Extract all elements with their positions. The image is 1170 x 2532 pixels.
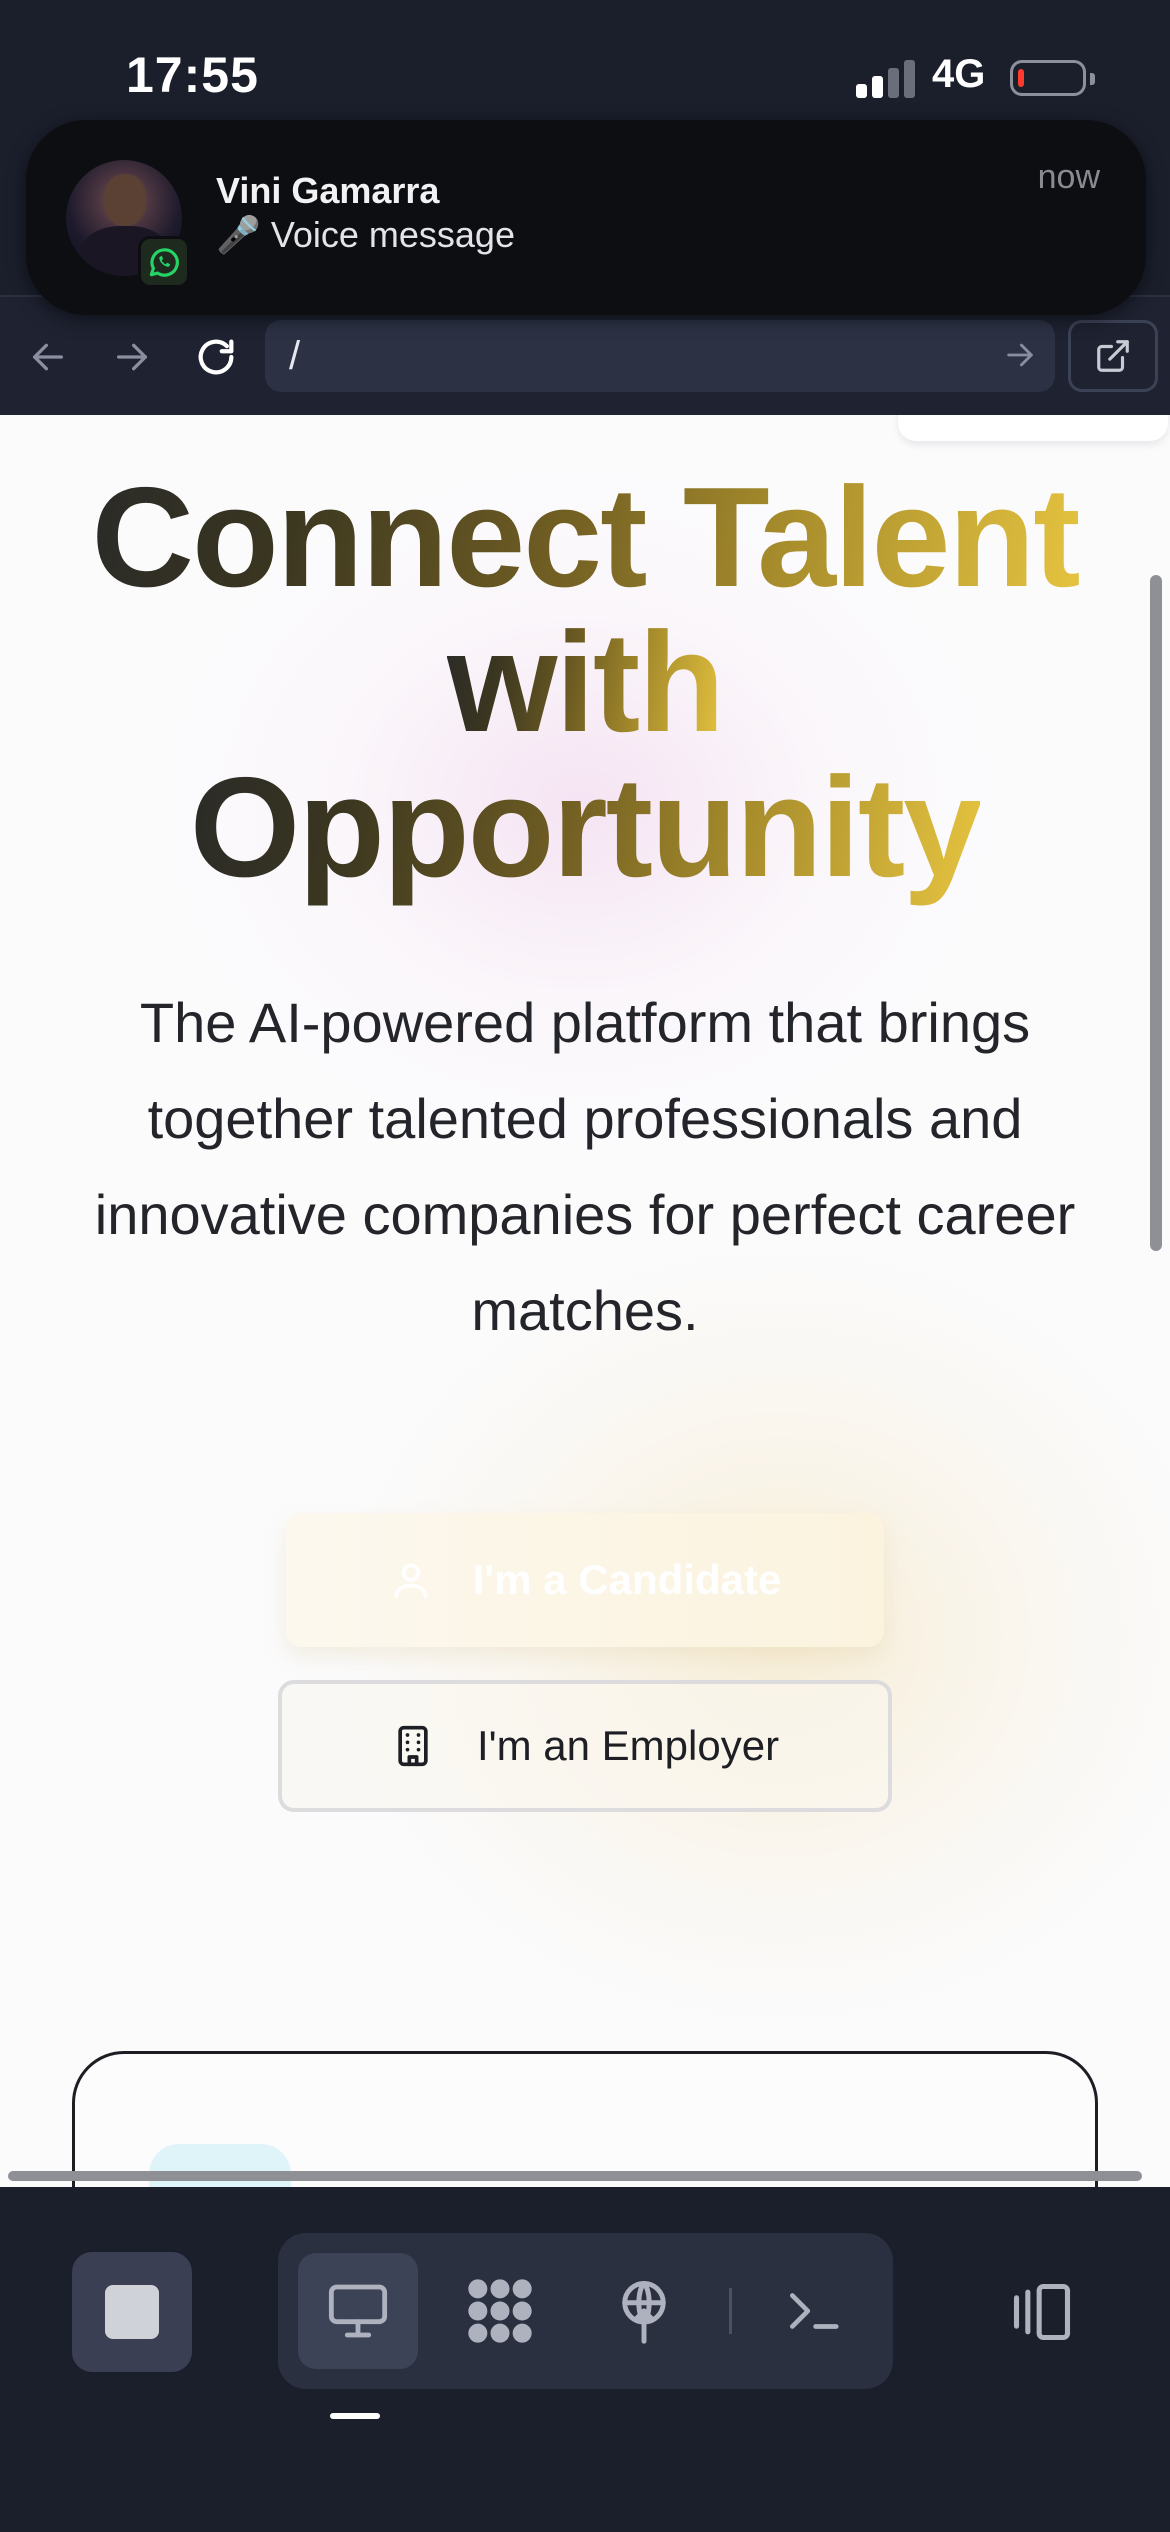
- arrow-right-icon: [1007, 343, 1033, 367]
- network-tower-icon: [622, 2281, 666, 2344]
- network-type: 4G: [932, 52, 986, 96]
- forward-button[interactable]: [102, 327, 162, 387]
- apps-grid-icon: [468, 2279, 532, 2343]
- stop-icon: [105, 2285, 159, 2339]
- brain-icon: [149, 2180, 291, 2187]
- mode-switcher: [278, 2233, 893, 2389]
- employer-button-label: I'm an Employer: [476, 1722, 780, 1769]
- apps-mode-button[interactable]: [440, 2253, 560, 2369]
- notification-sender: Vini Gamarra: [216, 170, 440, 211]
- building-icon: [398, 1725, 428, 1767]
- notification-banner[interactable]: Vini Gamarra 🎤 Voice message now: [26, 120, 1146, 315]
- url-text: /: [289, 334, 301, 378]
- notification-time: now: [1037, 158, 1100, 196]
- address-bar[interactable]: /: [265, 320, 1055, 392]
- network-mode-button[interactable]: [584, 2253, 704, 2369]
- hero-title: Connect Talent with Opportunity: [40, 465, 1130, 900]
- hero-subtitle: The AI-powered platform that brings toge…: [94, 991, 1076, 1342]
- battery-icon: [1010, 60, 1095, 96]
- candidate-button-label: I'm a Candidate: [472, 1556, 782, 1603]
- web-page: Connect Talent with Opportunity The AI-p…: [0, 415, 1170, 2187]
- notification-message: 🎤 Voice message: [216, 214, 515, 255]
- status-time: 17:55: [126, 47, 259, 103]
- arrow-right-icon: [117, 343, 147, 371]
- arrow-left-icon: [33, 343, 63, 371]
- reload-button[interactable]: [186, 327, 246, 387]
- monitor-icon: [328, 2284, 388, 2338]
- hero-title-line-3: Opportunity: [189, 748, 982, 907]
- vertical-scrollbar[interactable]: [1150, 575, 1162, 1251]
- back-button[interactable]: [18, 327, 78, 387]
- feature-card: [72, 2051, 1098, 2187]
- toolbar-divider: [729, 2288, 732, 2334]
- side-panel-button[interactable]: [982, 2252, 1102, 2372]
- page-header-tab: [898, 415, 1168, 441]
- whatsapp-icon: [138, 236, 190, 288]
- hero-title-line-1: Connect Talent: [91, 458, 1080, 617]
- hero-title-line-2: with: [447, 603, 725, 762]
- bottom-toolbar: [0, 2187, 1170, 2532]
- status-bar: 17:55 4G: [0, 0, 1170, 130]
- external-link-icon: [1097, 340, 1129, 372]
- active-mode-indicator: [330, 2413, 380, 2419]
- cellular-signal-icon: [856, 58, 916, 98]
- horizontal-scrollbar[interactable]: [8, 2171, 1142, 2181]
- candidate-button[interactable]: I'm a Candidate: [286, 1513, 884, 1647]
- go-button[interactable]: [1003, 330, 1037, 390]
- desktop-mode-button[interactable]: [298, 2253, 418, 2369]
- open-external-button[interactable]: [1068, 320, 1158, 392]
- terminal-icon: [790, 2293, 839, 2329]
- side-panel-icon: [1013, 2283, 1071, 2341]
- employer-button[interactable]: I'm an Employer: [278, 1680, 892, 1812]
- stop-button[interactable]: [72, 2252, 192, 2372]
- reload-icon: [198, 339, 234, 375]
- user-icon: [394, 1563, 428, 1599]
- terminal-mode-button[interactable]: [753, 2253, 873, 2369]
